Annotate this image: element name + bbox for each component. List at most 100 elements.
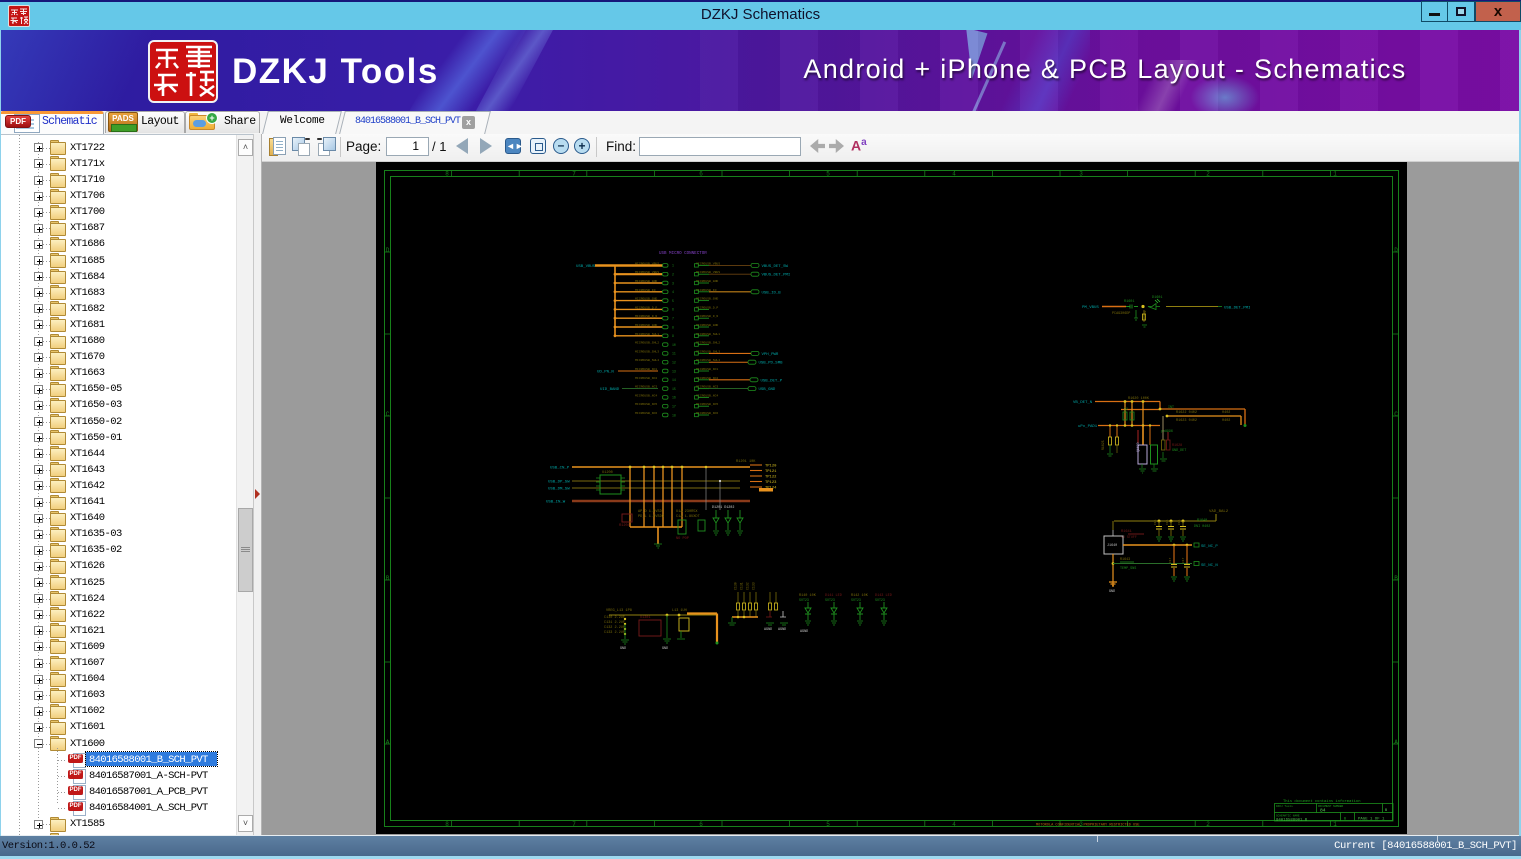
svg-text:SOT23: SOT23: [851, 598, 861, 602]
svg-text:MICROUSB_NC5: MICROUSB_NC5: [696, 402, 718, 406]
svg-text:USB_ID_B: USB_ID_B: [762, 291, 782, 295]
svg-text:3: 3: [672, 281, 674, 285]
svg-text:R1201 10K: R1201 10K: [736, 460, 756, 464]
svg-text:AGND: AGND: [778, 628, 786, 632]
svg-text:4: 4: [672, 290, 674, 294]
svg-text:VBUS_DET_SW: VBUS_DET_SW: [762, 265, 789, 269]
svg-text:INT: INT: [1168, 405, 1174, 409]
svg-text:VBUS_DET_PMI: VBUS_DET_PMI: [762, 274, 791, 278]
svg-text:5: 5: [672, 299, 674, 303]
svg-text:16: 16: [672, 396, 676, 400]
svg-text:6: 6: [672, 308, 674, 312]
svg-text:11: 11: [672, 352, 676, 356]
svg-text:4: 4: [952, 171, 956, 178]
svg-text:AGND: AGND: [800, 630, 808, 634]
svg-text:17: 17: [672, 405, 676, 409]
svg-text:TP121: TP121: [765, 470, 777, 474]
svg-text:USB MICRO CONNECTOR: USB MICRO CONNECTOR: [659, 252, 707, 256]
svg-text:R1628: R1628: [1172, 444, 1182, 448]
svg-text:0402: 0402: [1222, 411, 1230, 415]
svg-text:MICROUSB_ID: MICROUSB_ID: [635, 288, 656, 292]
svg-text:7: 7: [572, 821, 576, 828]
svg-text:6: 6: [699, 821, 703, 828]
svg-text:C133 2.2UF: C133 2.2UF: [604, 631, 625, 635]
svg-text:C17: C17: [1182, 557, 1185, 563]
svg-text:C130 2.2UF: C130 2.2UF: [604, 616, 625, 620]
svg-text:C130: C130: [734, 582, 738, 590]
svg-text:MICROUSB_VBUS: MICROUSB_VBUS: [696, 270, 720, 274]
svg-text:MICROUSB_SHL1: MICROUSB_SHL1: [635, 332, 659, 336]
svg-text:1: 1: [1333, 821, 1337, 828]
svg-text:8: 8: [445, 821, 449, 828]
svg-text:MICROUSB_NC3: MICROUSB_NC3: [635, 385, 657, 389]
svg-text:R1620 100K: R1620 100K: [1128, 397, 1150, 401]
svg-text:C: C: [386, 411, 390, 418]
svg-text:J1640: J1640: [1107, 544, 1117, 548]
svg-text:84: 84: [1320, 808, 1326, 814]
svg-text:R1641: R1641: [1121, 530, 1132, 534]
svg-text:MICROUSB_NC6: MICROUSB_NC6: [696, 411, 718, 415]
svg-text:5: 5: [826, 821, 830, 828]
svg-text:UD_PN_N: UD_PN_N: [597, 371, 614, 375]
svg-text:UID_BAND: UID_BAND: [600, 388, 620, 392]
svg-text:MICROUSB_SHL4: MICROUSB_SHL4: [696, 358, 720, 362]
svg-text:GND: GND: [1109, 590, 1115, 594]
svg-text:MICROUSB_VBUS: MICROUSB_VBUS: [635, 270, 659, 274]
svg-text:USB_DM_SW: USB_DM_SW: [548, 488, 570, 492]
svg-text:MICROUSB_GND: MICROUSB_GND: [635, 279, 657, 283]
svg-text:USB_PD_SMB: USB_PD_SMB: [759, 362, 784, 366]
svg-text:DZKJ Tools: DZKJ Tools: [1276, 804, 1293, 808]
svg-text:8: 8: [445, 171, 449, 178]
svg-text:GND_DET: GND_DET: [1172, 449, 1186, 453]
svg-text:U1A 230R5X: U1A 230R5X: [676, 510, 698, 514]
svg-text:MICROUSB_NC6: MICROUSB_NC6: [635, 411, 657, 415]
svg-text:GND: GND: [662, 647, 668, 651]
svg-text:R1204: R1204: [619, 524, 630, 528]
svg-text:VB_DET_N: VB_DET_N: [1073, 401, 1093, 405]
svg-text:4: 4: [952, 821, 956, 828]
svg-text:R1601: R1601: [1124, 300, 1135, 304]
svg-text:MICROUSB_GND: MICROUSB_GND: [696, 323, 718, 327]
svg-text:USB_VBUS: USB_VBUS: [576, 265, 596, 269]
svg-text:TP123: TP123: [765, 481, 777, 485]
svg-text:C1A 1.8UXDT: C1A 1.8UXDT: [676, 515, 701, 519]
svg-text:MICROUSB_D_P: MICROUSB_D_P: [696, 305, 718, 309]
svg-text:MICROUSB_NC3: MICROUSB_NC3: [696, 385, 718, 389]
svg-text:C: C: [1394, 411, 1398, 418]
svg-text:R1622 0402: R1622 0402: [1176, 411, 1197, 415]
svg-text:U1301: U1301: [640, 616, 651, 620]
svg-text:USB_DET_PMI: USB_DET_PMI: [1224, 307, 1250, 311]
svg-text:SOT23: SOT23: [799, 598, 809, 602]
svg-text:PAGE 1 OF 1: PAGE 1 OF 1: [1358, 818, 1385, 822]
svg-text:SCHEMATIC NAME: SCHEMATIC NAME: [1276, 815, 1300, 818]
svg-text:AGND: AGND: [764, 628, 772, 632]
svg-text:TP122: TP122: [765, 476, 777, 480]
svg-text:R1625: R1625: [1101, 440, 1105, 450]
svg-text:7: 7: [672, 317, 674, 321]
svg-text:C131 2.2UF: C131 2.2UF: [604, 621, 625, 625]
svg-text:R1623 0402: R1623 0402: [1176, 419, 1197, 423]
svg-text:B: B: [386, 575, 390, 582]
svg-text:D: D: [1394, 247, 1398, 254]
svg-text:10: 10: [672, 343, 676, 347]
svg-text:Q2: Q2: [1124, 407, 1128, 411]
svg-text:MICROUSB_VBUS: MICROUSB_VBUS: [635, 261, 659, 265]
svg-text:D1601: D1601: [1152, 296, 1163, 300]
svg-text:13: 13: [672, 369, 676, 373]
svg-text:15: 15: [672, 387, 676, 391]
svg-text:USB_DP_SW: USB_DP_SW: [548, 481, 570, 485]
svg-text:12: 12: [672, 361, 676, 365]
svg-text:MICROUSB_SHL1: MICROUSB_SHL1: [696, 332, 720, 336]
svg-text:uPx_PAD1: uPx_PAD1: [1078, 425, 1098, 429]
svg-text:MICROUSB_SHL4: MICROUSB_SHL4: [635, 358, 659, 362]
svg-text:USB_GND: USB_GND: [759, 388, 776, 392]
svg-text:VPH_PWR: VPH_PWR: [762, 353, 779, 357]
svg-text:MICROUSB_SHL3: MICROUSB_SHL3: [635, 349, 659, 353]
svg-text:GND: GND: [620, 647, 626, 651]
svg-text:MICROUSB_GND: MICROUSB_GND: [696, 297, 718, 301]
svg-text:SOT23: SOT23: [875, 598, 885, 602]
svg-text:MICROUSB_NC2: MICROUSB_NC2: [696, 376, 718, 380]
svg-text:R1640: R1640: [1197, 519, 1207, 523]
svg-text:MICROUSB_SHL2: MICROUSB_SHL2: [635, 341, 659, 345]
svg-text:B: B: [1394, 575, 1398, 582]
